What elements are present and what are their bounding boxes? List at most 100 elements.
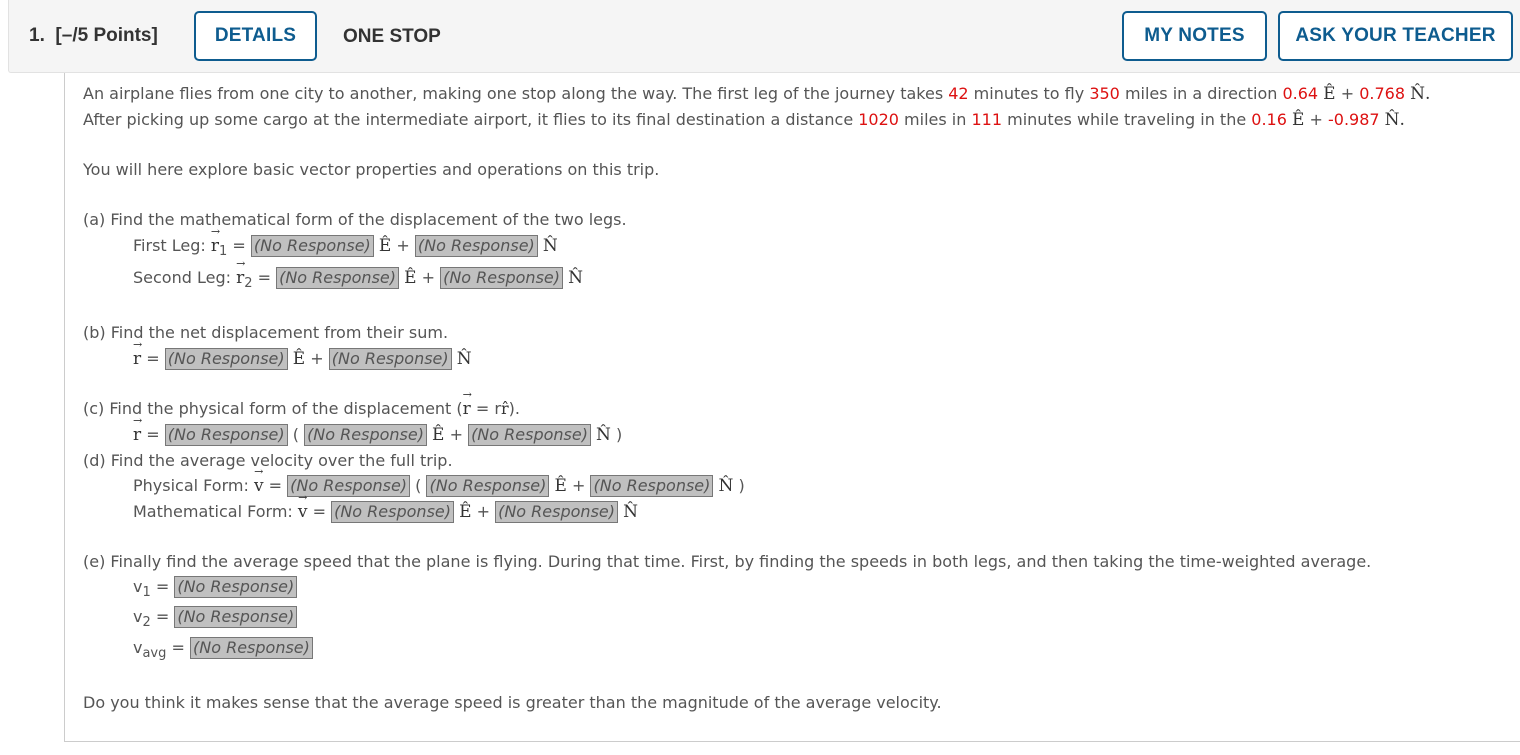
e-hat-unit: Ê: [1291, 110, 1305, 130]
r: r: [210, 236, 220, 256]
part-d-mathematical: Mathematical Form: → v = (No Response) Ê …: [133, 492, 638, 523]
intro-text: You will here explore basic vector prope…: [83, 160, 660, 179]
time-leg-2: 111: [971, 110, 1003, 129]
part-a-prompt: (a) Find the mathematical form of the di…: [83, 210, 627, 229]
vector-arrow-icon: →: [254, 465, 264, 478]
text: ).: [508, 399, 520, 418]
text: minutes while traveling in the: [1002, 110, 1252, 129]
plus: +: [449, 425, 463, 444]
r-vector-symbol: → r: [133, 415, 142, 446]
label: Physical Form:: [133, 476, 254, 495]
text: An airplane flies from one city to anoth…: [83, 84, 949, 103]
part-e-v1: v1 = (No Response): [133, 576, 298, 600]
question-title: ONE STOP: [343, 26, 441, 47]
response-rhat-e[interactable]: (No Response): [304, 424, 427, 446]
text: = r: [470, 399, 501, 418]
response-v2[interactable]: (No Response): [174, 606, 298, 628]
response-r-n[interactable]: (No Response): [328, 348, 452, 370]
part-e-vavg: vavg = (No Response): [133, 637, 313, 661]
response-v1[interactable]: (No Response): [174, 576, 298, 598]
r-vector-symbol: → r: [236, 258, 245, 289]
equals: =: [232, 236, 246, 255]
r: r: [236, 268, 245, 288]
n-hat-unit: N̂: [1384, 110, 1400, 130]
problem-line-2: After picking up some cargo at the inter…: [83, 109, 1405, 131]
vector-arrow-icon: →: [298, 491, 308, 504]
equals: =: [146, 349, 160, 368]
plus: +: [396, 236, 410, 255]
r-vector-symbol: → r: [210, 226, 220, 257]
text: minutes to fly: [968, 84, 1090, 103]
n-hat-unit: N̂: [623, 502, 638, 522]
e-hat-unit: Ê: [292, 349, 306, 369]
equals: =: [155, 607, 170, 626]
n-hat-unit: N̂: [568, 268, 583, 288]
response-v-e[interactable]: (No Response): [331, 501, 454, 523]
response-r2-n[interactable]: (No Response): [440, 267, 563, 289]
distance-leg-1: 350: [1089, 84, 1120, 103]
subscript: 1: [142, 585, 151, 600]
equals: =: [146, 425, 160, 444]
v: v: [297, 502, 308, 522]
vector-arrow-icon: →: [462, 388, 472, 401]
part-d-physical: Physical Form: → v = (No Response) ( (No …: [133, 466, 745, 497]
part-a-first-leg: First Leg: → r1 = (No Response) Ê + (No R…: [133, 226, 558, 259]
part-b-net: → r = (No Response) Ê + (No Response) N̂: [133, 339, 472, 370]
period: .: [1399, 110, 1405, 130]
equals: =: [257, 268, 271, 287]
subscript: 2: [244, 276, 253, 291]
vector-arrow-icon: →: [133, 338, 143, 351]
r: r: [462, 399, 471, 419]
close-paren: ): [738, 476, 745, 495]
plus: +: [1309, 110, 1323, 129]
my-notes-button[interactable]: MY NOTES: [1122, 11, 1267, 61]
plus: +: [476, 502, 490, 521]
question-header: 1. [–/5 Points] DETAILS ONE STOP MY NOTE…: [8, 0, 1520, 73]
part-c-physical: → r = (No Response) ( (No Response) Ê + (…: [133, 415, 623, 446]
response-r-magnitude[interactable]: (No Response): [164, 424, 288, 446]
text: miles in: [898, 110, 972, 129]
response-r2-e[interactable]: (No Response): [276, 267, 399, 289]
direction-e-leg-2: 0.16: [1251, 110, 1287, 129]
plus: +: [421, 268, 435, 287]
r: r: [133, 349, 142, 369]
response-r1-e[interactable]: (No Response): [250, 235, 374, 257]
response-v-n[interactable]: (No Response): [495, 501, 618, 523]
response-rhat-n[interactable]: (No Response): [468, 424, 591, 446]
equals: =: [155, 577, 170, 596]
label: First Leg:: [133, 236, 211, 255]
vector-arrow-icon: →: [236, 257, 246, 270]
response-vavg[interactable]: (No Response): [189, 637, 313, 659]
r-hat-unit: r̂: [500, 399, 509, 418]
part-a-second-leg: Second Leg: → r2 = (No Response) Ê + (No …: [133, 258, 583, 291]
response-r-e[interactable]: (No Response): [164, 348, 288, 370]
points-label: [–/5 Points]: [55, 25, 158, 46]
label: Second Leg:: [133, 268, 237, 287]
plus: +: [1340, 84, 1355, 103]
close-paren: ): [616, 425, 623, 444]
ask-your-teacher-button[interactable]: ASK YOUR TEACHER: [1278, 11, 1513, 61]
details-button[interactable]: DETAILS: [194, 11, 317, 61]
equals: =: [312, 502, 326, 521]
vector-arrow-icon: →: [133, 414, 143, 427]
open-paren: (: [415, 476, 422, 495]
text: miles in a direction: [1119, 84, 1283, 103]
part-e-v2: v2 = (No Response): [133, 606, 298, 630]
vector-arrow-icon: →: [210, 225, 221, 238]
e-hat-unit: Ê: [1323, 84, 1336, 104]
n-hat-unit: N̂: [596, 425, 611, 445]
r-vector-symbol: → r: [133, 339, 142, 370]
equals: =: [171, 638, 185, 657]
response-r1-n[interactable]: (No Response): [414, 235, 538, 257]
response-vhat-e[interactable]: (No Response): [426, 475, 550, 497]
e-hat-unit: Ê: [459, 502, 472, 522]
final-question: Do you think it makes sense that the ave…: [83, 693, 942, 712]
subscript: 2: [142, 615, 151, 630]
part-d-prompt: (d) Find the average velocity over the f…: [83, 451, 453, 470]
response-vhat-n[interactable]: (No Response): [590, 475, 714, 497]
n-hat-unit: N̂: [456, 349, 472, 369]
direction-n-leg-2: -0.987: [1328, 110, 1380, 129]
n-hat-unit: N̂: [1410, 84, 1425, 104]
label: Mathematical Form:: [133, 502, 298, 521]
equals: =: [268, 476, 283, 495]
